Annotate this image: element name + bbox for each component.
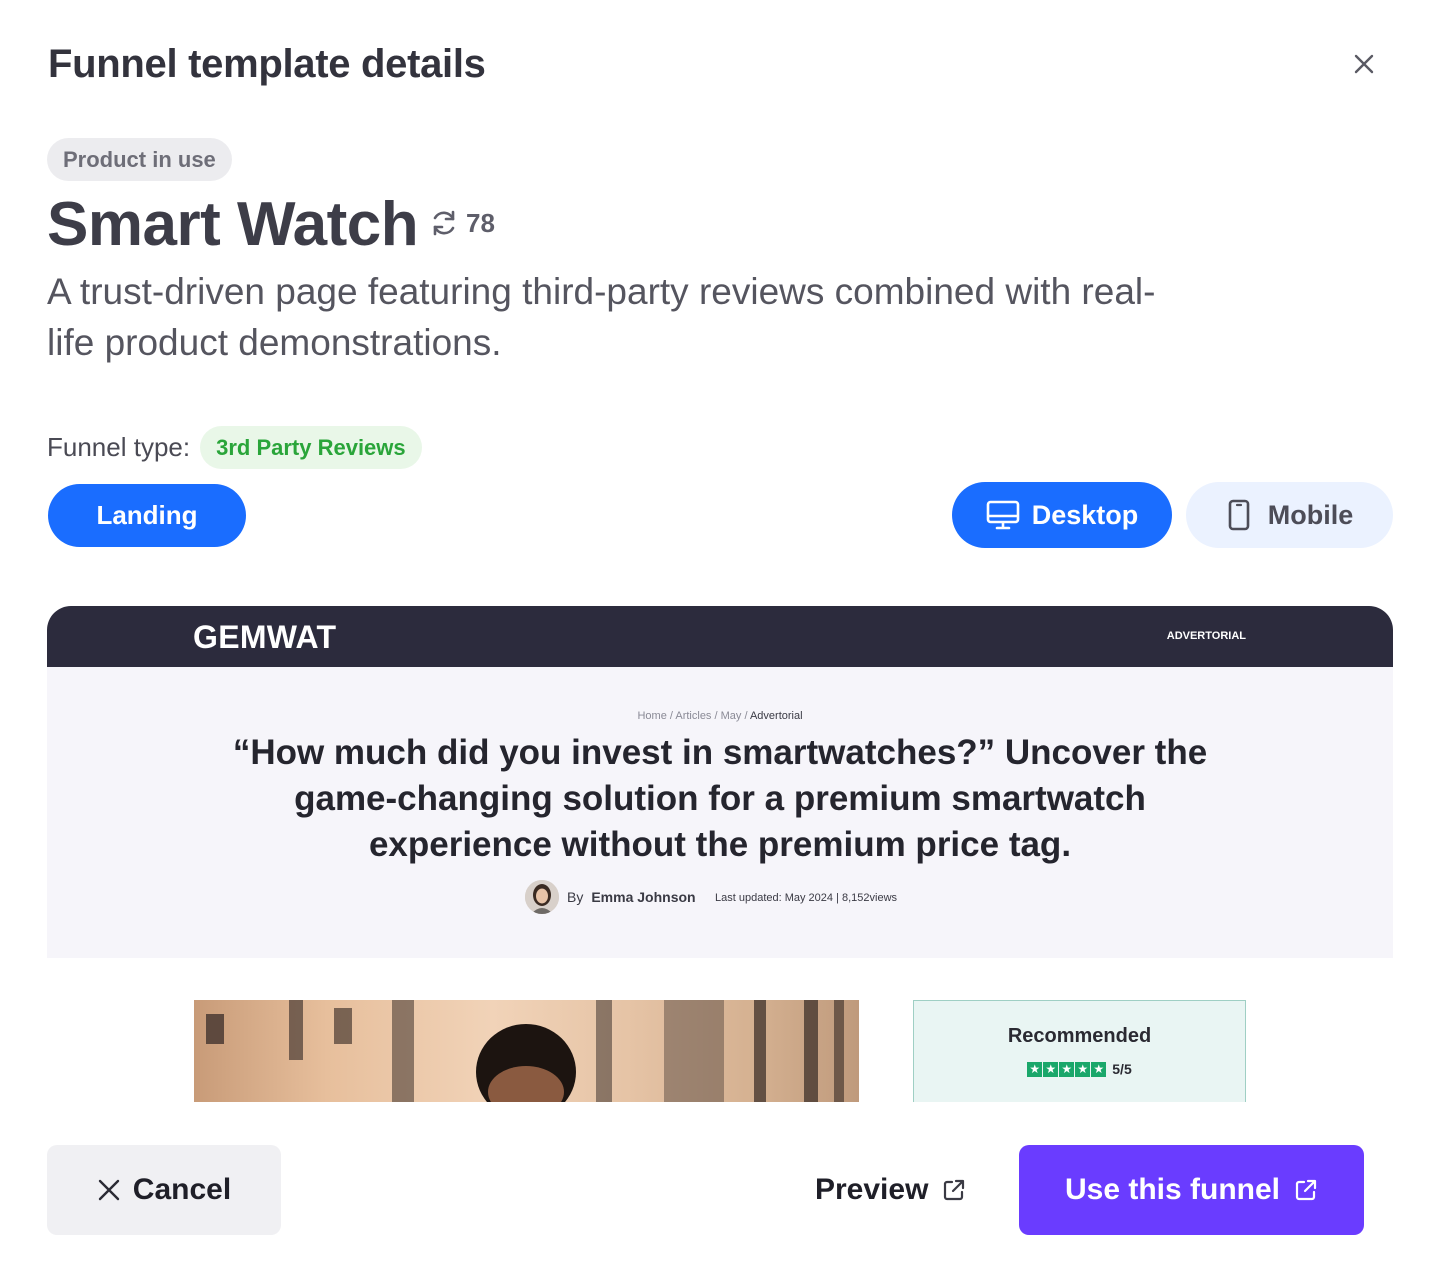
external-link-icon bbox=[1295, 1179, 1317, 1201]
close-icon bbox=[1354, 54, 1374, 74]
author-prefix: By bbox=[567, 889, 584, 905]
refresh-icon bbox=[433, 210, 455, 236]
preview-advertorial-tag: ADVERTORIAL bbox=[1166, 630, 1246, 642]
use-funnel-label: Use this funnel bbox=[1064, 1173, 1281, 1206]
star-icon: ★ bbox=[1043, 1061, 1059, 1077]
preview-headline: “How much did you invest in smartwatches… bbox=[232, 733, 1208, 864]
close-icon bbox=[98, 1179, 119, 1201]
preview-breadcrumb: Home / Articles / May / Advertorial bbox=[637, 710, 803, 722]
preview-button[interactable]: Preview bbox=[815, 1160, 966, 1220]
preview-byline: By Emma Johnson bbox=[525, 880, 696, 914]
product-in-use-badge: Product in use bbox=[47, 138, 232, 181]
recommended-box: Recommended ★ ★ ★ ★ ★ 5/5 bbox=[913, 1000, 1246, 1102]
template-preview[interactable]: GEMWAT ADVERTORIAL Home / Articles / May… bbox=[47, 606, 1393, 1102]
star-icon: ★ bbox=[1075, 1061, 1091, 1077]
modal-header: Funnel template details bbox=[48, 40, 1392, 90]
mobile-view-button[interactable]: Mobile bbox=[1186, 482, 1393, 548]
landing-tab-button[interactable]: Landing bbox=[48, 484, 246, 547]
star-icon: ★ bbox=[1091, 1061, 1107, 1077]
preview-label: Preview bbox=[815, 1173, 929, 1206]
breadcrumb-item: Home bbox=[637, 710, 667, 722]
author-name: Emma Johnson bbox=[591, 889, 696, 905]
cancel-label: Cancel bbox=[132, 1173, 232, 1206]
breadcrumb-item: May bbox=[720, 710, 742, 722]
preview-meta: Last updated: May 2024 | 8,152views bbox=[715, 892, 898, 904]
modal-title: Funnel template details bbox=[48, 42, 486, 86]
external-link-icon bbox=[944, 1179, 965, 1201]
desktop-icon bbox=[986, 500, 1020, 530]
desktop-view-button[interactable]: Desktop bbox=[952, 482, 1172, 548]
desktop-label: Desktop bbox=[1031, 499, 1139, 530]
preview-navbar: GEMWAT ADVERTORIAL bbox=[47, 606, 1393, 667]
funnel-type-label: Funnel type: bbox=[47, 432, 191, 462]
breadcrumb-item: Articles bbox=[675, 710, 712, 722]
funnel-type-badge: 3rd Party Reviews bbox=[200, 426, 422, 469]
uses-count-value: 78 bbox=[466, 208, 495, 238]
breadcrumb-item: Advertorial bbox=[749, 710, 803, 722]
mobile-label: Mobile bbox=[1267, 499, 1354, 530]
funnel-type-row: Funnel type: 3rd Party Reviews bbox=[47, 426, 422, 469]
mobile-icon bbox=[1228, 499, 1250, 531]
star-icon: ★ bbox=[1027, 1061, 1043, 1077]
close-button[interactable] bbox=[1348, 48, 1380, 80]
star-rating: ★ ★ ★ ★ ★ bbox=[1027, 1061, 1107, 1077]
uses-count: 78 bbox=[428, 205, 495, 241]
author-avatar bbox=[525, 880, 559, 914]
recommended-title: Recommended bbox=[1007, 1025, 1152, 1047]
preview-logo: GEMWAT bbox=[193, 619, 337, 655]
rating-score: 5/5 bbox=[1112, 1061, 1132, 1077]
use-funnel-button[interactable]: Use this funnel bbox=[1019, 1145, 1364, 1235]
template-name: Smart Watch bbox=[47, 190, 419, 259]
preview-hero: Home / Articles / May / Advertorial “How… bbox=[47, 667, 1393, 958]
cancel-button[interactable]: Cancel bbox=[47, 1145, 281, 1235]
template-description: A trust-driven page featuring third-part… bbox=[47, 271, 1156, 363]
preview-hero-image bbox=[194, 1000, 859, 1102]
rating-row: ★ ★ ★ ★ ★ 5/5 bbox=[914, 1061, 1245, 1077]
star-icon: ★ bbox=[1059, 1061, 1075, 1077]
